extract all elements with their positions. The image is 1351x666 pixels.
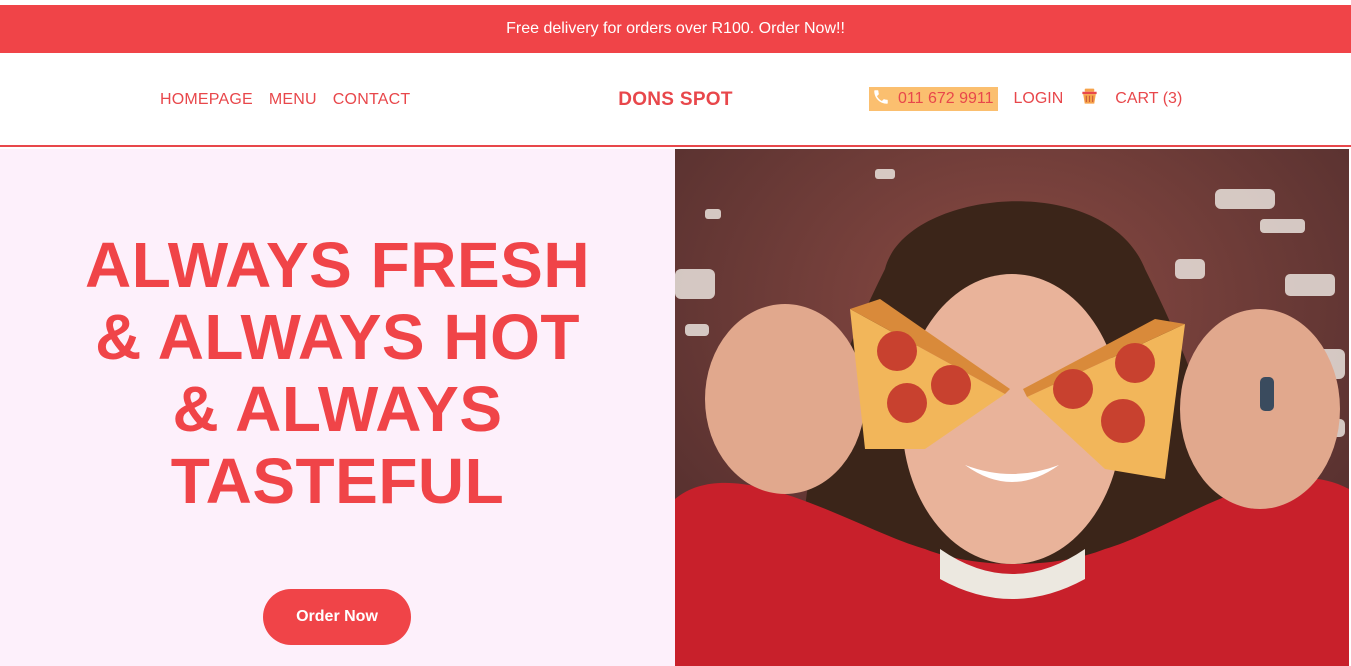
phone-button[interactable]: 011 672 9911: [869, 87, 998, 111]
site-header: HOMEPAGE MENU CONTACT DONS SPOT 011 672 …: [0, 53, 1351, 147]
headline-line: ALWAYS FRESH: [84, 229, 591, 301]
order-now-button[interactable]: Order Now: [263, 589, 411, 645]
basket-icon: [1080, 87, 1099, 111]
hero-headline: ALWAYS FRESH & ALWAYS HOT & ALWAYS TASTE…: [0, 229, 675, 517]
promo-banner[interactable]: Free delivery for orders over R100. Orde…: [0, 5, 1351, 53]
phone-icon: [872, 88, 890, 111]
cart-button[interactable]: CART (3): [1080, 87, 1182, 111]
hero-image: [675, 149, 1349, 666]
hero-text-panel: ALWAYS FRESH & ALWAYS HOT & ALWAYS TASTE…: [0, 149, 675, 666]
header-actions: 011 672 9911 LOGIN CART (3): [869, 87, 1182, 111]
headline-line: & ALWAYS: [172, 373, 503, 445]
headline-line: & ALWAYS HOT: [95, 301, 580, 373]
promo-banner-text[interactable]: Free delivery for orders over R100. Orde…: [506, 20, 845, 38]
phone-number: 011 672 9911: [898, 90, 994, 107]
headline-line: TASTEFUL: [170, 445, 505, 517]
login-link[interactable]: LOGIN: [1014, 90, 1064, 108]
cart-label: CART (3): [1115, 90, 1183, 107]
